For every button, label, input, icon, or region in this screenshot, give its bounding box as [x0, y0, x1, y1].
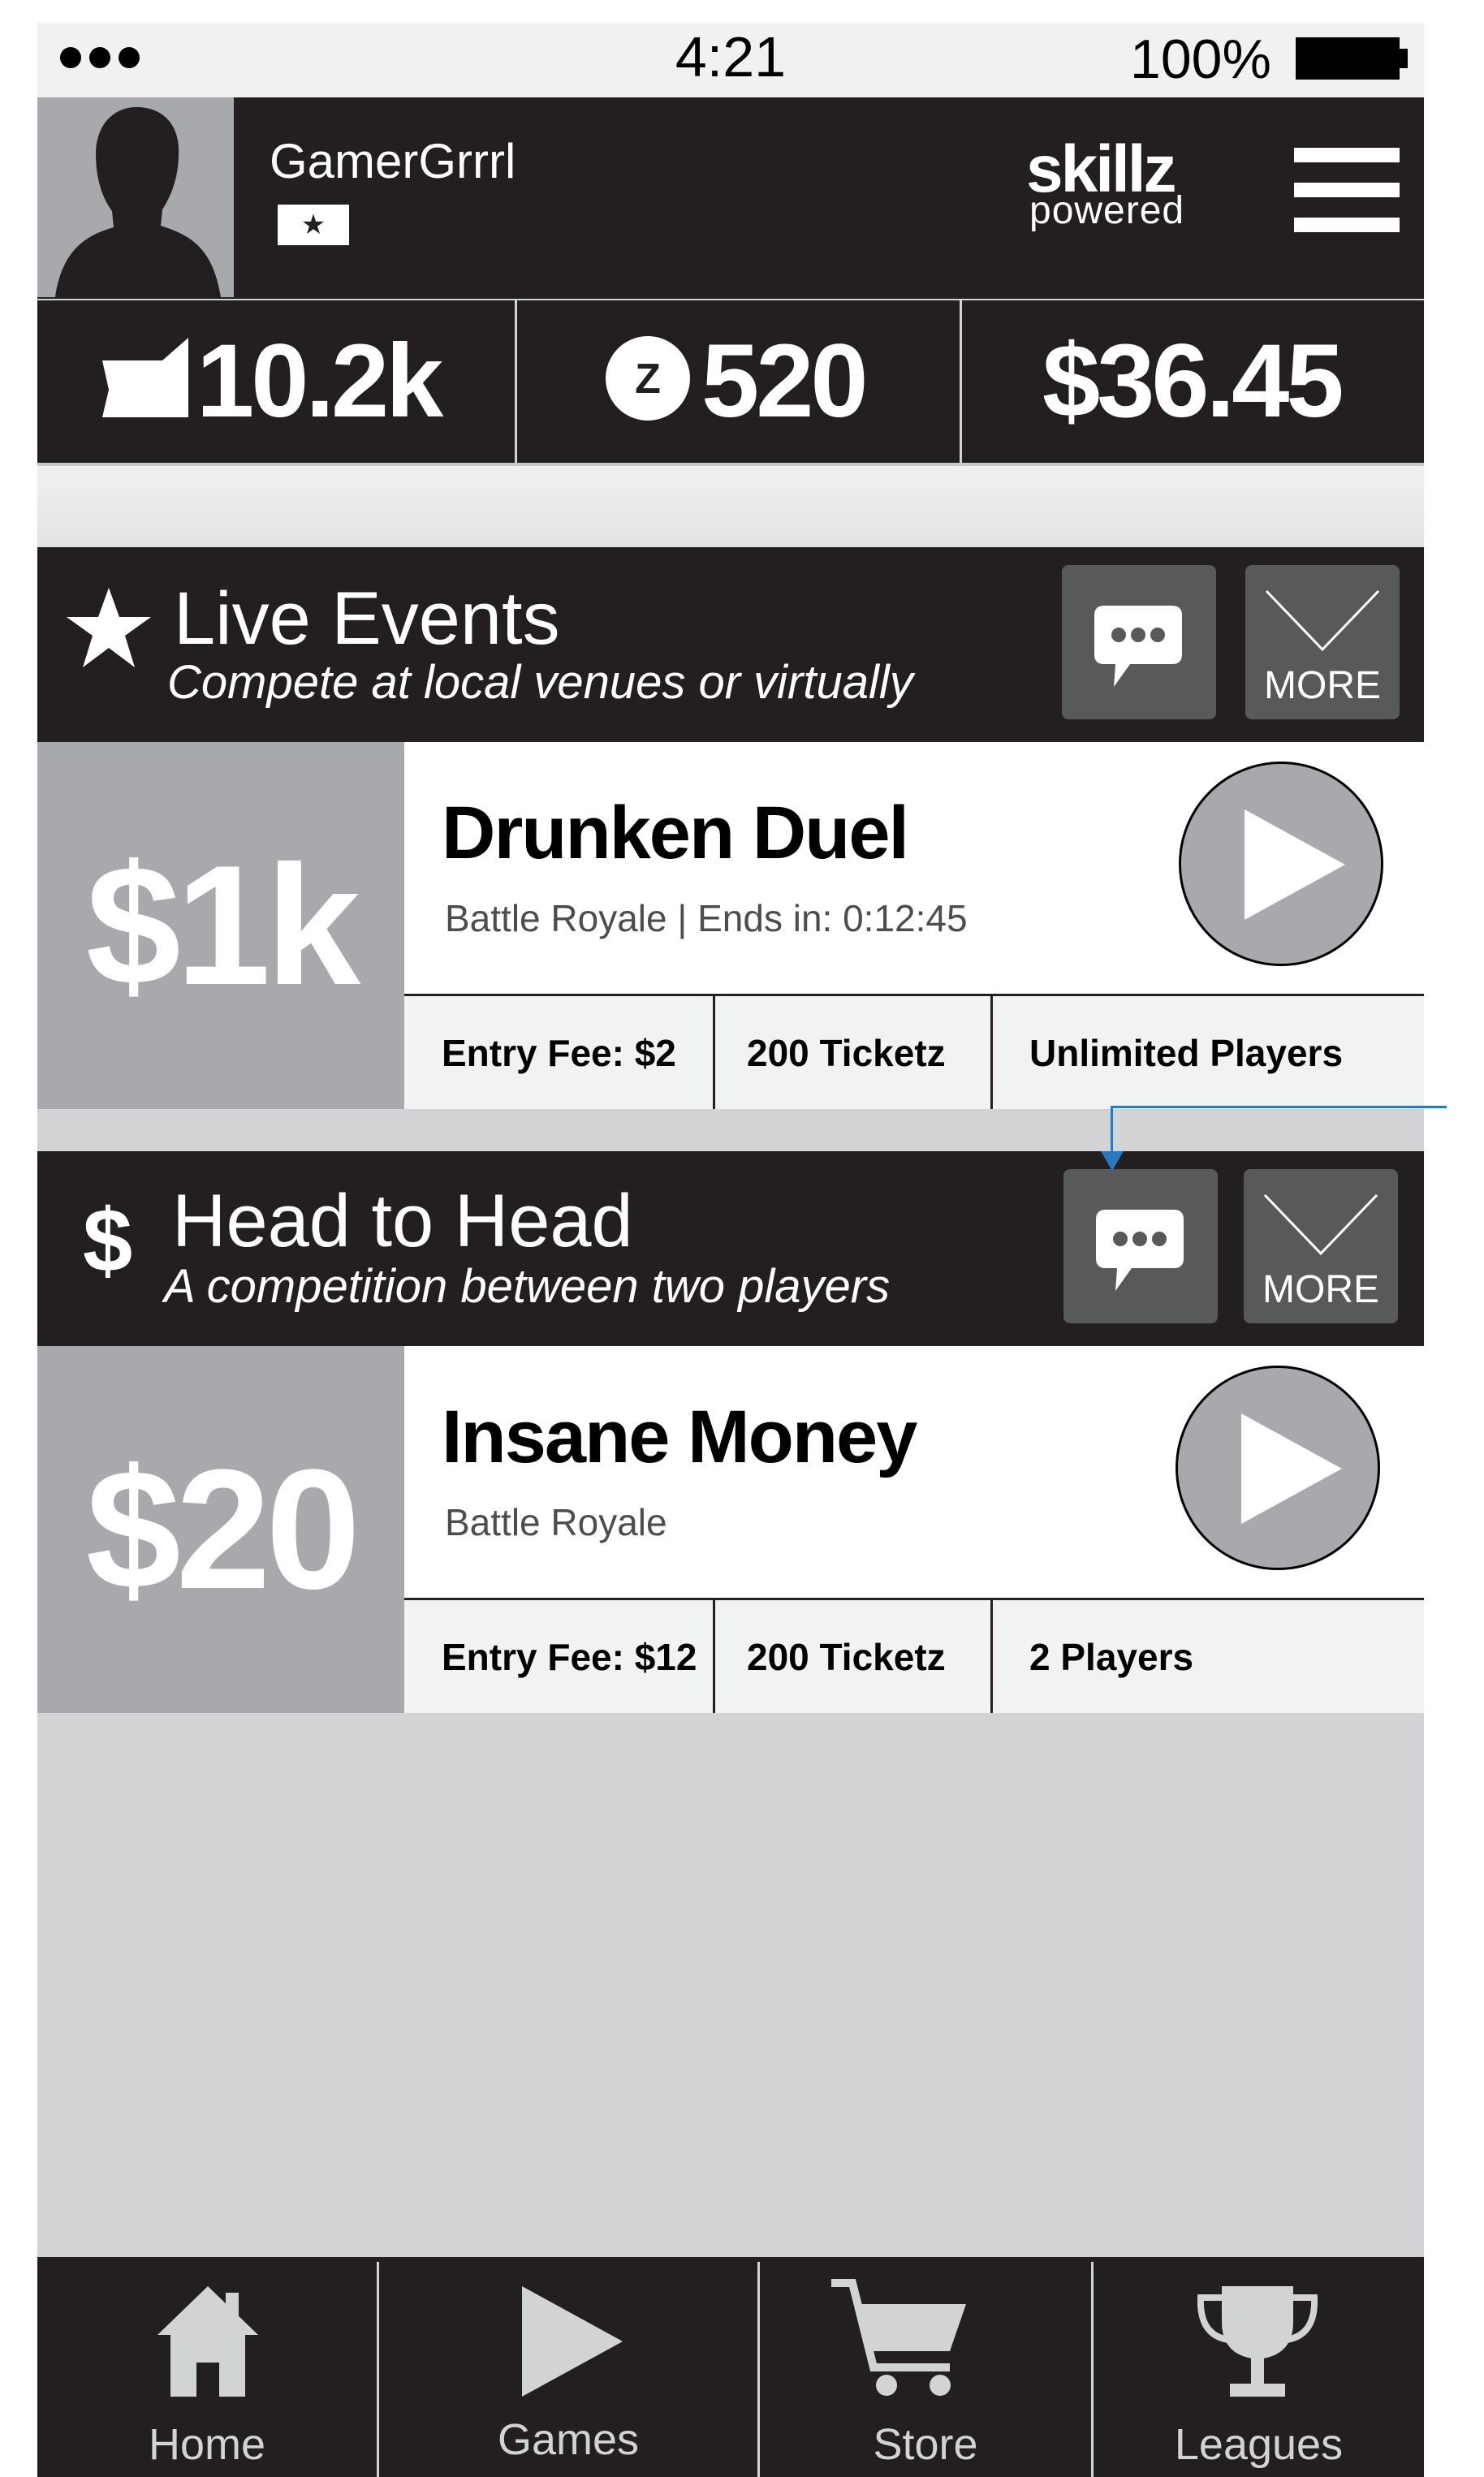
annotation-line: [1111, 1106, 1113, 1153]
dollar-icon: $: [83, 1191, 133, 1291]
prize-amount: $20: [37, 1346, 404, 1713]
event-card-insane-money[interactable]: $20 Insane Money Battle Royale Entry Fee…: [37, 1346, 1424, 1713]
bottom-nav: Home Games Store Leagues: [37, 2257, 1424, 2477]
stats-bar: 10.2k Z 520 $36.45: [37, 300, 1424, 463]
nav-item-leagues[interactable]: Leagues: [1094, 2257, 1424, 2477]
chat-bubble-icon: [1096, 1210, 1184, 1291]
status-bar: 4:21 100%: [37, 23, 1424, 97]
more-label: MORE: [1262, 1268, 1379, 1311]
info-divider: [990, 1600, 993, 1713]
star-icon: [67, 588, 151, 667]
event-meta: Battle Royale | Ends in: 0:12:45: [445, 897, 968, 939]
battery-tip: [1400, 49, 1408, 68]
hamburger-menu-icon[interactable]: [1294, 148, 1400, 232]
stats-divider: [960, 300, 962, 463]
play-button[interactable]: [1179, 762, 1383, 966]
play-button[interactable]: [1176, 1366, 1380, 1570]
nav-label: Leagues: [1174, 2420, 1344, 2469]
nav-item-games[interactable]: Games: [379, 2257, 757, 2477]
chevron-down-icon: [1263, 1193, 1378, 1256]
event-meta: Battle Royale: [445, 1501, 667, 1543]
cart-icon: [831, 2279, 966, 2396]
z-coins-count: 520: [701, 323, 869, 439]
section-spacer: [37, 466, 1424, 547]
chevron-down-icon: [1265, 589, 1380, 652]
nav-item-store[interactable]: Store: [760, 2257, 1091, 2477]
live-events-header: Live Events Compete at local venues or v…: [37, 547, 1424, 742]
avatar[interactable]: [37, 97, 234, 297]
rank-badge: ★: [278, 205, 349, 245]
username[interactable]: GamerGrrrl: [270, 133, 516, 189]
phone-screen: 4:21 100% GamerGrrrl ★ skillz powered 10…: [37, 23, 1424, 2477]
chat-button[interactable]: [1063, 1169, 1218, 1323]
stats-divider: [515, 300, 517, 463]
play-icon: [1245, 809, 1345, 920]
ticket-icon: [102, 338, 188, 417]
brand-tagline: powered: [1029, 189, 1185, 232]
info-divider: [713, 1600, 715, 1713]
info-divider: [713, 996, 715, 1109]
head-to-head-header: $ Head to Head A competition between two…: [37, 1151, 1424, 1346]
chat-bubble-icon: [1094, 606, 1182, 687]
event-info-row: Entry Fee: $2 200 Ticketz Unlimited Play…: [404, 994, 1424, 1109]
event-name: Insane Money: [442, 1396, 917, 1478]
players-count: 2 Players: [1029, 1635, 1194, 1678]
section-title: Live Events: [174, 577, 560, 660]
entry-fee: Entry Fee: $2: [442, 1031, 676, 1074]
z-coin-icon: Z: [606, 336, 690, 421]
players-count: Unlimited Players: [1029, 1031, 1344, 1074]
cash-balance: $36.45: [1042, 323, 1344, 439]
tickets-count: 10.2k: [196, 323, 443, 439]
play-icon: [522, 2286, 623, 2397]
user-silhouette-icon: [55, 106, 221, 297]
annotation-line: [1111, 1106, 1447, 1108]
nav-label: Games: [497, 2415, 640, 2464]
play-icon: [1241, 1413, 1342, 1524]
battery-icon: [1296, 37, 1400, 80]
tickets-reward: 200 Ticketz: [747, 1031, 946, 1074]
nav-label: Home: [148, 2420, 266, 2469]
section-subtitle: Compete at local venues or virtually: [167, 656, 913, 709]
nav-label: Store: [873, 2420, 978, 2469]
annotation-arrow-icon: [1101, 1151, 1124, 1171]
more-button[interactable]: MORE: [1244, 1169, 1398, 1323]
info-divider: [990, 996, 993, 1109]
prize-amount: $1k: [37, 742, 404, 1109]
chat-button[interactable]: [1062, 565, 1216, 719]
section-title: Head to Head: [172, 1180, 633, 1262]
entry-fee: Entry Fee: $12: [442, 1635, 697, 1678]
home-icon: [157, 2286, 258, 2397]
nav-item-home[interactable]: Home: [37, 2257, 377, 2477]
tickets-reward: 200 Ticketz: [747, 1635, 946, 1678]
section-subtitle: A competition between two players: [164, 1260, 891, 1313]
event-card-drunken-duel[interactable]: $1k Drunken Duel Battle Royale | Ends in…: [37, 742, 1424, 1109]
battery-percent: 100%: [1130, 28, 1271, 90]
more-label: MORE: [1264, 664, 1381, 707]
event-name: Drunken Duel: [442, 792, 909, 874]
event-info-row: Entry Fee: $12 200 Ticketz 2 Players: [404, 1598, 1424, 1713]
profile-header: GamerGrrrl ★ skillz powered: [37, 97, 1424, 299]
more-button[interactable]: MORE: [1245, 565, 1400, 719]
z-coin-letter: Z: [635, 356, 661, 403]
trophy-icon: [1197, 2286, 1318, 2397]
